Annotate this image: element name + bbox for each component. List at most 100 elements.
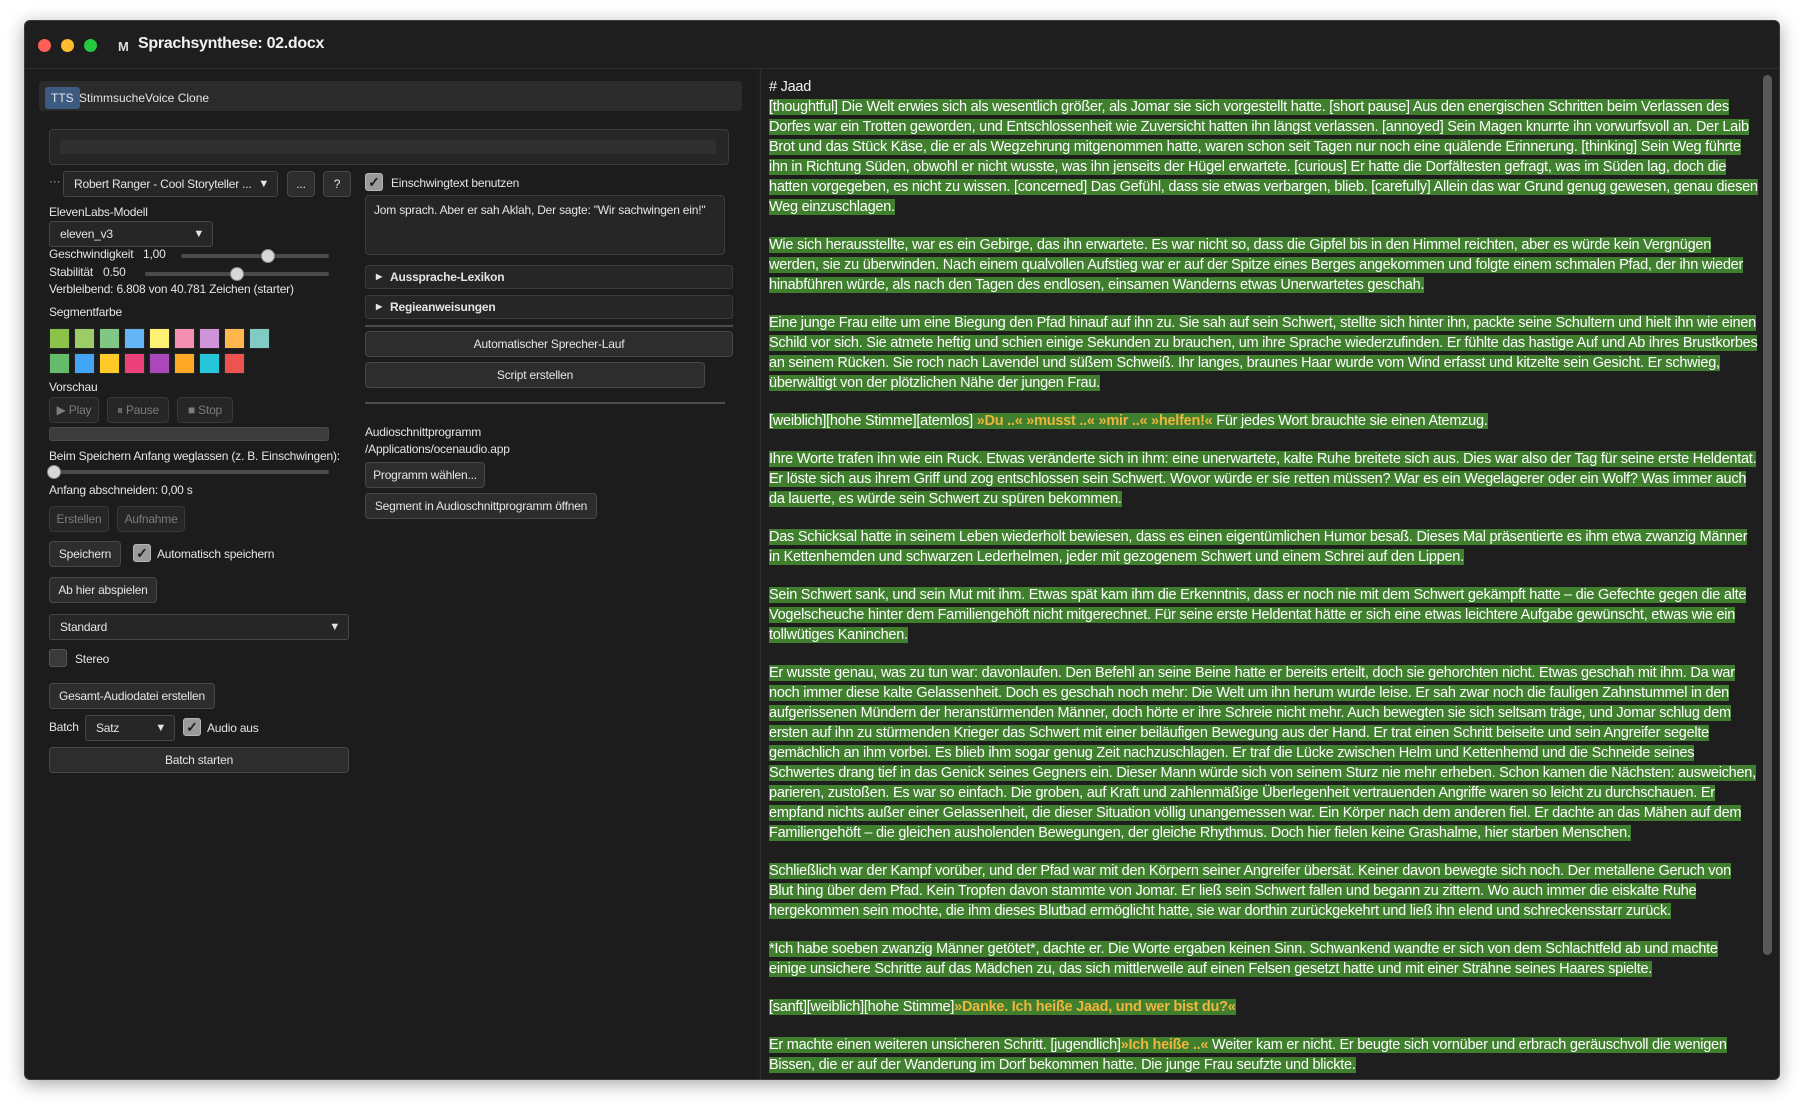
chevron-right-icon: ▶ (376, 272, 382, 281)
audio-off-checkbox[interactable]: ✓ (183, 718, 201, 736)
einschwing-label: Einschwingtext benutzen (391, 176, 520, 190)
paragraph: [thoughtful] Die Welt erwies sich als we… (769, 97, 1764, 217)
batch-mode-select[interactable]: Satz ▼ (85, 715, 175, 741)
chevron-down-icon: ▼ (258, 178, 269, 190)
open-segment-button[interactable]: Segment in Audioschnittprogramm öffnen (365, 493, 597, 519)
minimize-window-button[interactable] (61, 39, 74, 52)
trim-slider-knob[interactable] (47, 465, 61, 479)
segment[interactable]: Wie sich herausstellte, war es ein Gebir… (769, 237, 1743, 293)
stop-button[interactable]: ■ Stop (177, 397, 233, 423)
stability-slider[interactable] (145, 267, 329, 281)
close-window-button[interactable] (38, 39, 51, 52)
speed-label: Geschwindigkeit (49, 247, 134, 261)
document-text[interactable]: # Jaad [thoughtful] Die Welt erwies sich… (769, 77, 1764, 1077)
preset-select[interactable]: Standard ▼ (49, 614, 349, 640)
speed-slider-knob[interactable] (261, 249, 275, 263)
segment-text: Für jedes Wort brauchte sie einen Atemzu… (1212, 413, 1488, 429)
stability-label: Stabilität (49, 265, 94, 279)
auto-speaker-button[interactable]: Automatischer Sprecher-Lauf (365, 331, 733, 357)
segment-text: Er machte einen weiteren unsicheren Schr… (769, 1037, 1121, 1053)
batch-start-button[interactable]: Batch starten (49, 747, 349, 773)
segment[interactable]: Er machte einen weiteren unsicheren Schr… (769, 1037, 1727, 1073)
color-swatch[interactable] (99, 353, 120, 374)
segment[interactable]: *Ich habe soeben zwanzig Männer getötet*… (769, 941, 1718, 977)
pause-button[interactable]: ⏸ Pause (107, 397, 169, 423)
dialogue-quote: »Du ..« »musst ..« »mir ..« »helfen!« (976, 413, 1213, 429)
segment[interactable]: [sanft][weiblich][hohe Stimme]»Danke. Ic… (769, 999, 1236, 1015)
stability-slider-knob[interactable] (230, 267, 244, 281)
create-script-button[interactable]: Script erstellen (365, 362, 705, 388)
erstellen-button[interactable]: Erstellen (49, 506, 109, 532)
color-swatch[interactable] (124, 353, 145, 374)
stereo-checkbox[interactable]: ✓ (49, 649, 67, 667)
model-select-value: eleven_v3 (60, 227, 113, 241)
chevron-down-icon: ▼ (329, 621, 340, 633)
stage-directions-toggle[interactable]: ▶ Regieanweisungen (365, 295, 733, 319)
paragraph: Das Schicksal hatte in seinem Leben wied… (769, 527, 1764, 567)
segment[interactable]: Er wusste genau, was zu tun war: davonla… (769, 665, 1756, 841)
paragraph: [weiblich][hohe Stimme][atemlos] »Du ..«… (769, 411, 1764, 431)
preview-progress-bar (49, 427, 329, 441)
trim-label: Beim Speichern Anfang weglassen (z. B. E… (49, 449, 340, 463)
chevron-down-icon: ▼ (193, 228, 204, 240)
color-swatch[interactable] (199, 353, 220, 374)
play-button[interactable]: ▶ Play (49, 397, 99, 423)
voice-select-value: Robert Ranger - Cool Storyteller ... (74, 177, 252, 191)
tab-bar: TTS Stimmsuche Voice Clone (39, 81, 742, 111)
voice-select[interactable]: Robert Ranger - Cool Storyteller ... ▼ (63, 171, 278, 197)
trim-value: Anfang abschneiden: 0,00 s (49, 483, 193, 497)
color-swatch[interactable] (49, 353, 70, 374)
batch-mode-value: Satz (96, 721, 120, 735)
voice-more-button[interactable]: ... (287, 171, 315, 197)
stage-direction: [sanft][weiblich][hohe Stimme] (769, 999, 955, 1015)
audio-off-label: Audio aus (207, 721, 259, 735)
preview-label: Vorschau (49, 380, 98, 394)
app-window: M Sprachsynthese: 02.docx TTS Stimmsuche… (24, 20, 1780, 1080)
color-swatch[interactable] (99, 328, 120, 349)
window-title: Sprachsynthese: 02.docx (138, 35, 325, 52)
voice-help-button[interactable]: ? (323, 171, 351, 197)
color-swatch[interactable] (174, 328, 195, 349)
model-label: ElevenLabs-Modell (49, 205, 148, 219)
dialogue-quote: »Danke. Ich heiße Jaad, und wer bist du?… (954, 999, 1236, 1015)
einschwing-text-field[interactable]: Jom sprach. Aber er sah Aklah, Der sagte… (365, 195, 725, 255)
color-swatch[interactable] (149, 353, 170, 374)
zoom-window-button[interactable] (84, 39, 97, 52)
save-button[interactable]: Speichern (49, 541, 121, 567)
create-full-audio-button[interactable]: Gesamt-Audiodatei erstellen (49, 683, 215, 709)
aufnahme-button[interactable]: Aufnahme (117, 506, 185, 532)
color-swatch[interactable] (224, 353, 245, 374)
stereo-label: Stereo (75, 652, 110, 666)
tab-voice-clone[interactable]: Voice Clone (139, 87, 215, 109)
document-scrollbar[interactable] (1763, 75, 1772, 955)
stability-value: 0.50 (103, 265, 126, 279)
color-swatch[interactable] (74, 353, 95, 374)
trim-slider[interactable] (47, 465, 329, 479)
color-swatch[interactable] (124, 328, 145, 349)
model-select[interactable]: eleven_v3 ▼ (49, 221, 213, 247)
color-swatch[interactable] (174, 353, 195, 374)
play-from-here-button[interactable]: Ab hier abspielen (49, 577, 157, 603)
color-swatch[interactable] (199, 328, 220, 349)
segment[interactable]: Das Schicksal hatte in seinem Leben wied… (769, 529, 1748, 565)
speed-slider[interactable] (181, 249, 329, 263)
segment[interactable]: Eine junge Frau eilte um eine Biegung de… (769, 315, 1758, 391)
segment[interactable]: Sein Schwert sank, und sein Mut mit ihm.… (769, 587, 1747, 643)
color-swatch[interactable] (74, 328, 95, 349)
color-swatch[interactable] (149, 328, 170, 349)
color-swatch[interactable] (249, 328, 270, 349)
pronunciation-lexicon-toggle[interactable]: ▶ Aussprache-Lexikon (365, 265, 733, 289)
choose-program-button[interactable]: Programm wählen... (365, 462, 485, 488)
auto-save-checkbox[interactable]: ✓ (133, 544, 151, 562)
drag-handle-icon: ··· (49, 174, 61, 188)
einschwing-checkbox[interactable]: ✓ (365, 173, 383, 191)
pronunciation-lexicon-label: Aussprache-Lexikon (390, 270, 505, 284)
segment[interactable]: Ihre Worte trafen ihn wie ein Ruck. Etwa… (769, 451, 1757, 507)
segment[interactable]: [weiblich][hohe Stimme][atemlos] »Du ..«… (769, 413, 1488, 429)
color-swatch[interactable] (224, 328, 245, 349)
segment[interactable]: [thoughtful] Die Welt erwies sich als we… (769, 99, 1758, 215)
segment[interactable]: Schließlich war der Kampf vorüber, und d… (769, 863, 1731, 919)
status-field (49, 129, 729, 165)
paragraph: Er wusste genau, was zu tun war: davonla… (769, 663, 1764, 843)
color-swatch[interactable] (49, 328, 70, 349)
